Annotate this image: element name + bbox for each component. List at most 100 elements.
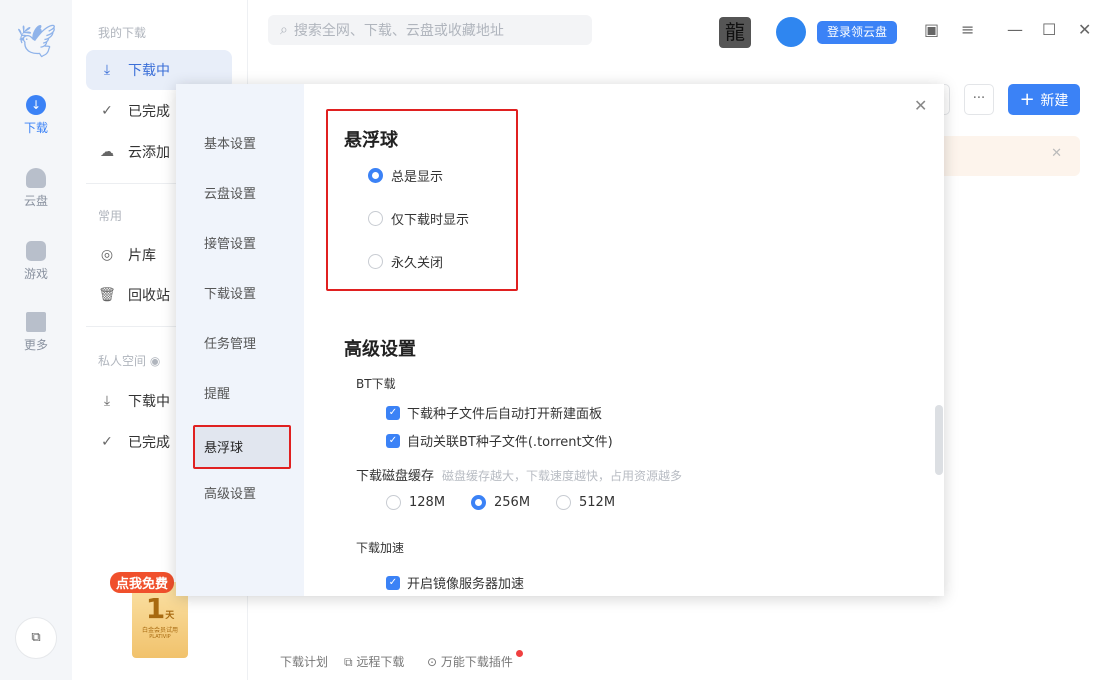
- game-ad-icon[interactable]: 龍: [719, 17, 751, 48]
- checkbox-checked-icon: ✓: [386, 576, 400, 590]
- download-icon: ↓: [26, 95, 46, 115]
- rail-label: 云盘: [24, 194, 48, 208]
- radio-icon: [386, 495, 401, 510]
- float-ball-title: 悬浮球: [344, 126, 398, 152]
- app-logo: 🕊: [16, 22, 56, 60]
- radio-icon: [368, 254, 383, 269]
- radio-cache-512m[interactable]: 512M: [556, 495, 615, 510]
- scrollbar[interactable]: [935, 405, 943, 475]
- mini-mode-button[interactable]: ⧉: [15, 617, 57, 659]
- label: 永久关闭: [391, 252, 443, 271]
- settings-nav-cloud[interactable]: 云盘设置: [193, 173, 291, 217]
- vip-days: 1: [146, 592, 165, 625]
- remote-download-link[interactable]: ⧉ 远程下载: [344, 653, 404, 670]
- dialog-close-icon[interactable]: ✕: [914, 96, 927, 115]
- search-input[interactable]: ⌕ 搜索全网、下载、云盘或收藏地址: [268, 15, 592, 45]
- plugin-link[interactable]: ⊙ 万能下载插件: [427, 653, 513, 670]
- close-icon[interactable]: ✕: [1078, 20, 1091, 39]
- radio-show-when-downloading[interactable]: 仅下载时显示: [368, 209, 469, 228]
- rail-more[interactable]: 更多: [0, 312, 72, 353]
- label: 万能下载插件: [441, 655, 513, 669]
- checkbox-checked-icon: ✓: [386, 406, 400, 420]
- label: 256M: [494, 495, 530, 510]
- check-circle-icon: ✓: [98, 103, 116, 119]
- label: 下载磁盘缓存: [356, 469, 434, 484]
- vip-unit: 天: [165, 611, 174, 621]
- radio-always-off[interactable]: 永久关闭: [368, 252, 443, 271]
- label: 云添加: [128, 142, 170, 162]
- radio-always-show[interactable]: 总是显示: [368, 166, 443, 185]
- cloud-icon: [26, 168, 46, 188]
- checkbox-associate-torrent[interactable]: ✓ 自动关联BT种子文件(.torrent文件): [386, 431, 613, 450]
- cache-label: 下载磁盘缓存磁盘缓存越大，下载速度越快，占用资源越多: [356, 465, 682, 484]
- calendar-icon[interactable]: ▣: [924, 20, 939, 39]
- notice-close-icon[interactable]: ✕: [1051, 146, 1062, 161]
- settings-nav-download[interactable]: 下载设置: [193, 273, 291, 317]
- trash-icon: 🗑: [98, 287, 116, 303]
- label: 下载种子文件后自动打开新建面板: [407, 403, 602, 422]
- checkbox-auto-open-panel[interactable]: ✓ 下载种子文件后自动打开新建面板: [386, 403, 602, 422]
- notification-dot: [516, 650, 523, 657]
- label: 私人空间: [98, 354, 146, 368]
- avatar[interactable]: [776, 17, 806, 47]
- download-plan-link[interactable]: 下载计划: [280, 653, 328, 670]
- label: 新建: [1040, 93, 1068, 109]
- advanced-title: 高级设置: [344, 335, 416, 361]
- search-icon: ⌕: [280, 22, 288, 38]
- download-icon: ⤓: [98, 62, 116, 78]
- label: 片库: [128, 245, 156, 265]
- new-task-button[interactable]: + 新建: [1008, 84, 1080, 115]
- rail-label: 下载: [24, 121, 48, 135]
- cache-hint: 磁盘缓存越大，下载速度越快，占用资源越多: [442, 469, 682, 483]
- settings-nav-advanced[interactable]: 高级设置: [193, 473, 291, 517]
- checkbox-mirror-accel[interactable]: ✓ 开启镜像服务器加速: [386, 573, 524, 592]
- more-button[interactable]: ···: [964, 84, 994, 115]
- label: 512M: [579, 495, 615, 510]
- gamepad-icon: [26, 241, 46, 261]
- label: 下载中: [128, 391, 170, 411]
- rail-label: 游戏: [24, 267, 48, 281]
- eye-icon[interactable]: ◉: [150, 354, 160, 368]
- label: 开启镜像服务器加速: [407, 573, 524, 592]
- rail-download[interactable]: ↓ 下载: [0, 95, 72, 136]
- radio-icon: [368, 211, 383, 226]
- section-title: 常用: [98, 207, 122, 224]
- bt-label: BT下载: [356, 375, 396, 392]
- settings-nav-tasks[interactable]: 任务管理: [193, 323, 291, 367]
- label: 自动关联BT种子文件(.torrent文件): [407, 431, 613, 450]
- plus-icon: +: [1020, 89, 1041, 110]
- radio-icon: [556, 495, 571, 510]
- settings-nav: 基本设置 云盘设置 接管设置 下载设置 任务管理 提醒 悬浮球 高级设置: [176, 84, 304, 596]
- check-lock-icon: ✓: [98, 434, 116, 450]
- label: 已完成: [128, 101, 170, 121]
- radio-cache-256m[interactable]: 256M: [471, 495, 530, 510]
- settings-nav-takeover[interactable]: 接管设置: [193, 223, 291, 267]
- checkbox-checked-icon: ✓: [386, 434, 400, 448]
- grid-icon: [26, 312, 46, 332]
- film-reel-icon: ◎: [98, 247, 116, 263]
- label: 已完成: [128, 432, 170, 452]
- cloud-upload-icon: ☁: [98, 144, 116, 160]
- radio-cache-128m[interactable]: 128M: [386, 495, 445, 510]
- icon-rail: 🕊 ↓ 下载 云盘 游戏 更多 ⧉: [0, 0, 72, 680]
- settings-nav-basic[interactable]: 基本设置: [193, 123, 291, 167]
- label: 回收站: [128, 285, 170, 305]
- accel-label: 下载加速: [356, 539, 404, 556]
- rail-cloud[interactable]: 云盘: [0, 168, 72, 209]
- radio-checked-icon: [471, 495, 486, 510]
- remote-icon: ⧉: [344, 655, 356, 669]
- menu-icon[interactable]: ≡: [961, 20, 974, 39]
- login-button[interactable]: 登录领云盘: [817, 21, 897, 44]
- settings-nav-reminder[interactable]: 提醒: [193, 373, 291, 417]
- vip-sub: 白金会员试用: [132, 625, 188, 634]
- section-title: 我的下载: [98, 24, 146, 41]
- label: 仅下载时显示: [391, 209, 469, 228]
- settings-nav-float-ball[interactable]: 悬浮球: [193, 425, 291, 469]
- plugin-icon: ⊙: [427, 655, 441, 669]
- rail-games[interactable]: 游戏: [0, 241, 72, 282]
- radio-checked-icon: [368, 168, 383, 183]
- search-placeholder: 搜索全网、下载、云盘或收藏地址: [294, 20, 504, 40]
- label: 128M: [409, 495, 445, 510]
- minimize-icon[interactable]: —: [1007, 20, 1023, 39]
- maximize-icon[interactable]: ☐: [1042, 20, 1056, 39]
